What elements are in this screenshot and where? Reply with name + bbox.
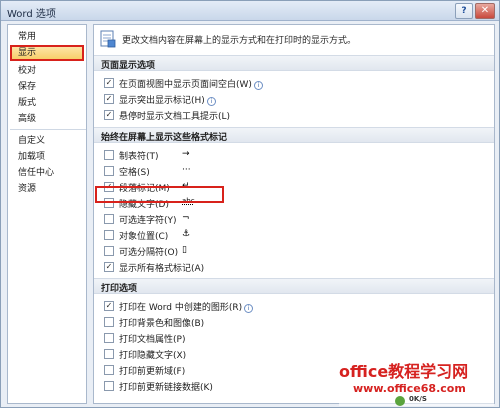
option-row[interactable]: 可选连字符(Y) ¬ (104, 212, 444, 226)
checkbox[interactable] (104, 262, 114, 272)
option-label: 打印前更新链接数据(K) (119, 383, 213, 393)
sidebar-item-common[interactable]: 常用 (10, 29, 84, 45)
options-sidebar: 常用 显示 校对 保存 版式 高级 自定义 加载项 信任中心 资源 (7, 24, 87, 404)
option-label: 对象位置(C) (119, 232, 169, 242)
ok-label: 0K/S (409, 395, 427, 403)
option-row[interactable]: 可选分隔符(O) ▯ (104, 244, 444, 258)
option-label: 显示所有格式标记(A) (119, 264, 205, 274)
option-row[interactable]: 对象位置(C) ⚓ (104, 228, 444, 242)
option-label: 可选分隔符(O) (119, 248, 179, 258)
options-main-panel: 更改文档内容在屏幕上的显示方式和在打印时的显示方式。 页面显示选项 在页面视图中… (93, 24, 495, 404)
checkbox[interactable] (104, 78, 114, 88)
option-label: 可选连字符(Y) (119, 216, 177, 226)
sidebar-separator (10, 129, 86, 130)
checkbox[interactable] (104, 94, 114, 104)
option-label: 打印前更新域(F) (119, 367, 186, 377)
checkbox[interactable] (104, 381, 114, 391)
checkbox[interactable] (104, 301, 114, 311)
close-button[interactable]: ✕ (475, 3, 495, 19)
option-row[interactable]: 悬停时显示文档工具提示(L) (104, 108, 444, 122)
sidebar-item-customize[interactable]: 自定义 (10, 133, 84, 149)
info-icon: i (244, 304, 254, 313)
ok-icon (395, 396, 405, 406)
hidden-text-highlight-box (95, 186, 224, 203)
ok-button-fragment[interactable]: 0K/S (395, 395, 455, 408)
checkbox[interactable] (104, 166, 114, 176)
option-label: 在页面视图中显示页面间空白(W) i (119, 77, 263, 90)
display-banner: 更改文档内容在屏幕上的显示方式和在打印时的显示方式。 (94, 25, 494, 55)
sidebar-item-trust-center[interactable]: 信任中心 (10, 165, 84, 181)
section-title: 始终在屏幕上显示这些格式标记 (101, 133, 228, 143)
option-label: 显示突出显示标记(H) i (119, 93, 216, 106)
option-label: 悬停时显示文档工具提示(L) (119, 112, 231, 122)
document-display-icon (100, 30, 116, 48)
option-label: 空格(S) (119, 168, 150, 178)
sidebar-item-save[interactable]: 保存 (10, 79, 84, 95)
section-title: 页面显示选项 (101, 61, 156, 71)
checkbox[interactable] (104, 110, 114, 120)
anchor-icon: ⚓ (182, 229, 191, 239)
checkbox[interactable] (104, 317, 114, 327)
space-mark-icon: ··· (182, 165, 191, 175)
dialog-title: Word 选项 (7, 9, 56, 20)
option-label: 打印文档属性(P) (119, 335, 186, 345)
option-row[interactable]: 打印背景色和图像(B) (104, 315, 444, 329)
option-row[interactable]: 制表符(T) → (104, 148, 444, 162)
optional-hyphen-mark-icon: ¬ (182, 213, 190, 223)
option-label: 打印隐藏文字(X) (119, 351, 187, 361)
section-title: 打印选项 (101, 284, 138, 294)
checkbox[interactable] (104, 150, 114, 160)
optional-break-mark-icon: ▯ (182, 245, 187, 255)
section-print-options: 打印选项 (94, 278, 494, 294)
section-page-display: 页面显示选项 (94, 55, 494, 71)
sidebar-item-display[interactable]: 显示 (10, 45, 84, 61)
option-row[interactable]: 在页面视图中显示页面间空白(W)i (104, 76, 444, 90)
checkbox[interactable] (104, 349, 114, 359)
option-row[interactable]: 打印在 Word 中创建的图形(R)i (104, 299, 444, 313)
title-bar: Word 选项 ? ✕ (1, 1, 499, 21)
checkbox[interactable] (104, 214, 114, 224)
watermark-url: www.office68.com (353, 382, 466, 395)
option-row[interactable]: 空格(S) ··· (104, 164, 444, 178)
section-formatting-marks: 始终在屏幕上显示这些格式标记 (94, 127, 494, 143)
option-row[interactable]: 显示突出显示标记(H)i (104, 92, 444, 106)
tab-mark-icon: → (182, 149, 190, 159)
sidebar-item-resources[interactable]: 资源 (10, 181, 84, 197)
option-label: 打印背景色和图像(B) (119, 319, 205, 329)
word-options-dialog: Word 选项 ? ✕ 常用 显示 校对 保存 版式 高级 自定义 加载项 信任… (0, 0, 500, 408)
option-row[interactable]: 打印文档属性(P) (104, 331, 444, 345)
checkbox[interactable] (104, 246, 114, 256)
sidebar-item-proofing[interactable]: 校对 (10, 63, 84, 79)
help-button[interactable]: ? (455, 3, 473, 19)
watermark-title: office教程学习网 (339, 362, 469, 381)
display-description: 更改文档内容在屏幕上的显示方式和在打印时的显示方式。 (122, 36, 357, 46)
sidebar-item-layout[interactable]: 版式 (10, 95, 84, 111)
checkbox[interactable] (104, 333, 114, 343)
sidebar-item-advanced[interactable]: 高级 (10, 111, 84, 127)
sidebar-item-addins[interactable]: 加载项 (10, 149, 84, 165)
option-label: 制表符(T) (119, 152, 159, 162)
info-icon: i (206, 97, 216, 106)
option-row[interactable]: 显示所有格式标记(A) (104, 260, 444, 274)
checkbox[interactable] (104, 365, 114, 375)
checkbox[interactable] (104, 230, 114, 240)
info-icon: i (253, 81, 263, 90)
option-label: 打印在 Word 中创建的图形(R) i (119, 300, 254, 313)
